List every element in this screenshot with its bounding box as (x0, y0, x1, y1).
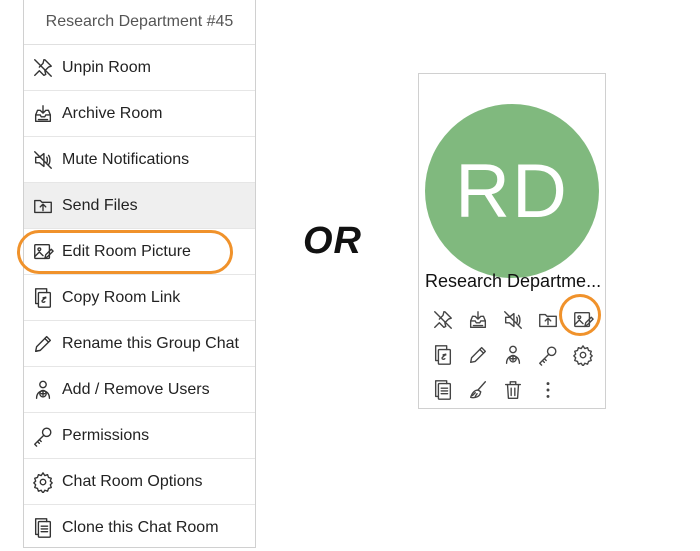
gear-icon[interactable] (565, 337, 600, 372)
menu-item-chat-room-options[interactable]: Chat Room Options (24, 459, 255, 505)
add-user-icon (32, 379, 54, 401)
mute-icon (32, 149, 54, 171)
menu-item-add-remove-users[interactable]: Add / Remove Users (24, 367, 255, 413)
menu-item-label: Copy Room Link (62, 288, 181, 306)
menu-item-mute-notifications[interactable]: Mute Notifications (24, 137, 255, 183)
menu-item-copy-room-link[interactable]: Copy Room Link (24, 275, 255, 321)
unpin-icon[interactable] (425, 302, 460, 337)
send-files-icon[interactable] (530, 302, 565, 337)
unpin-icon (32, 57, 54, 79)
menu-item-label: Send Files (62, 196, 138, 214)
menu-room-title: Research Department #45 (24, 0, 255, 45)
menu-item-edit-room-picture[interactable]: Edit Room Picture (24, 229, 255, 275)
broom-icon[interactable] (460, 372, 495, 407)
key-icon[interactable] (530, 337, 565, 372)
copy-link-icon (32, 287, 54, 309)
menu-item-clone-chat-room[interactable]: Clone this Chat Room (24, 505, 255, 551)
menu-item-label: Unpin Room (62, 58, 151, 76)
menu-item-label: Rename this Group Chat (62, 334, 239, 352)
menu-item-label: Add / Remove Users (62, 380, 210, 398)
menu-item-archive-room[interactable]: Archive Room (24, 91, 255, 137)
rename-icon[interactable] (460, 337, 495, 372)
menu-item-label: Edit Room Picture (62, 242, 191, 260)
menu-item-label: Chat Room Options (62, 472, 203, 490)
send-files-icon (32, 195, 54, 217)
room-avatar[interactable]: RD (425, 104, 599, 278)
archive-icon (32, 103, 54, 125)
gear-icon (32, 471, 54, 493)
mute-icon[interactable] (495, 302, 530, 337)
add-user-icon[interactable] (495, 337, 530, 372)
rename-icon (32, 333, 54, 355)
room-action-icons (425, 302, 601, 407)
clone-icon[interactable] (425, 372, 460, 407)
key-icon (32, 425, 54, 447)
room-card: RD Research Departme... (418, 73, 606, 409)
avatar-initials: RD (455, 148, 569, 234)
menu-item-label: Clone this Chat Room (62, 519, 219, 536)
room-context-menu: Research Department #45 Unpin Room Archi… (23, 0, 256, 548)
archive-icon[interactable] (460, 302, 495, 337)
or-separator: OR (303, 220, 362, 262)
menu-item-permissions[interactable]: Permissions (24, 413, 255, 459)
edit-picture-icon[interactable] (565, 302, 600, 337)
menu-item-rename-group-chat[interactable]: Rename this Group Chat (24, 321, 255, 367)
trash-icon[interactable] (495, 372, 530, 407)
menu-item-label: Mute Notifications (62, 150, 190, 168)
copy-link-icon[interactable] (425, 337, 460, 372)
room-card-title: Research Departme... (425, 271, 602, 291)
menu-item-label: Permissions (62, 426, 150, 444)
menu-item-send-files[interactable]: Send Files (24, 183, 255, 229)
edit-picture-icon (32, 241, 54, 263)
menu-item-label: Archive Room (62, 104, 163, 122)
clone-icon (32, 517, 54, 539)
menu-item-unpin-room[interactable]: Unpin Room (24, 45, 255, 91)
more-options-icon[interactable] (530, 372, 565, 407)
